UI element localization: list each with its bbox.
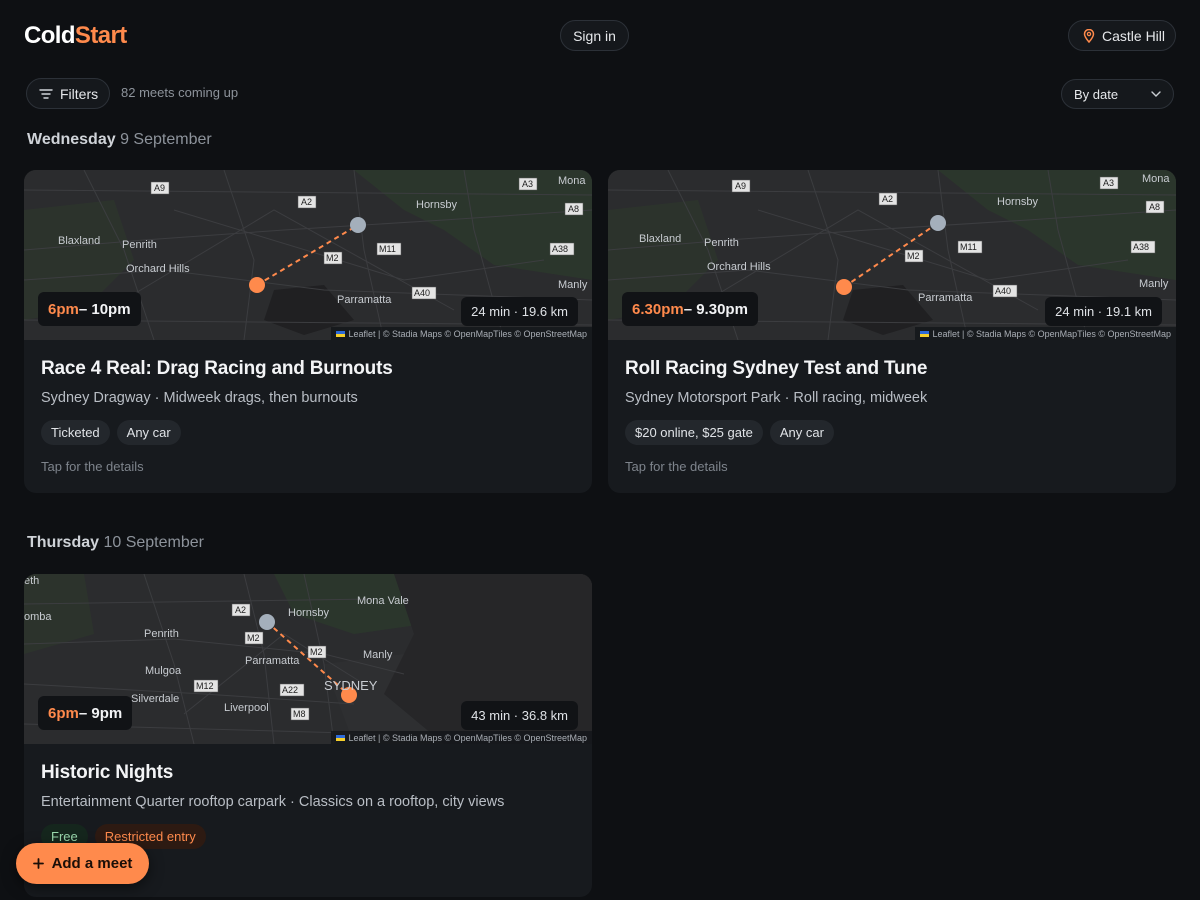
meet-title: Roll Racing Sydney Test and Tune: [625, 358, 928, 379]
svg-text:M2: M2: [907, 251, 920, 261]
svg-text:M2: M2: [247, 633, 260, 643]
day-heading: Wednesday 9 September: [27, 131, 212, 148]
svg-text:A2: A2: [235, 605, 246, 615]
filter-lines-icon: [39, 88, 53, 99]
svg-text:A2: A2: [882, 194, 893, 204]
meet-title: Historic Nights: [41, 762, 174, 783]
tag-list: Ticketed Any car: [41, 420, 181, 445]
tag: Any car: [116, 420, 181, 445]
svg-text:A8: A8: [1149, 202, 1160, 212]
filters-button[interactable]: Filters: [26, 78, 110, 109]
time-pill: 6pm – 9pm: [38, 696, 133, 730]
svg-text:A3: A3: [522, 179, 533, 189]
svg-text:M8: M8: [293, 709, 306, 719]
svg-text:A9: A9: [154, 183, 165, 193]
svg-text:Mona Vale: Mona Vale: [357, 595, 409, 607]
svg-text:A8: A8: [568, 204, 579, 214]
svg-text:M2: M2: [326, 253, 339, 263]
svg-text:A38: A38: [552, 244, 568, 254]
svg-text:Penrith: Penrith: [144, 628, 179, 640]
add-meet-button[interactable]: Add a meet: [16, 843, 149, 884]
svg-text:A9: A9: [735, 181, 746, 191]
map-attribution: Leaflet | © Stadia Maps © OpenMapTiles ©…: [331, 731, 592, 744]
svg-text:Orchard Hills: Orchard Hills: [126, 263, 190, 275]
meet-title: Race 4 Real: Drag Racing and Burnouts: [41, 358, 393, 379]
svg-text:Mona: Mona: [1142, 173, 1170, 185]
app-header: ColdStart Sign in Castle Hill: [0, 0, 1200, 72]
logo[interactable]: ColdStart: [24, 22, 127, 50]
plus-icon: [32, 858, 44, 869]
svg-text:Hornsby: Hornsby: [288, 607, 329, 619]
location-button[interactable]: Castle Hill: [1068, 20, 1176, 51]
svg-text:SYDNEY: SYDNEY: [324, 678, 378, 693]
time-pill: 6pm – 10pm: [38, 292, 141, 326]
svg-text:Penrith: Penrith: [704, 237, 739, 249]
svg-text:Orchard Hills: Orchard Hills: [707, 261, 771, 273]
route-map: Mona Vale Hornsby Penrith Mulgoa Silverd…: [24, 574, 592, 744]
svg-text:Mona: Mona: [558, 175, 586, 187]
svg-text:M12: M12: [196, 681, 214, 691]
svg-text:eth: eth: [24, 575, 39, 587]
route-map: Mona Hornsby Blaxland Penrith Orchard Hi…: [24, 170, 592, 340]
tag-list: $20 online, $25 gate Any car: [625, 420, 834, 445]
svg-text:M2: M2: [310, 647, 323, 657]
time-pill: 6.30pm – 9.30pm: [622, 292, 758, 326]
ukraine-flag-icon: [336, 734, 346, 741]
svg-text:Blaxland: Blaxland: [639, 233, 681, 245]
svg-text:Manly: Manly: [1139, 278, 1169, 290]
svg-text:Parramatta: Parramatta: [245, 655, 300, 667]
details-hint: Tap for the details: [625, 459, 728, 474]
svg-text:Manly: Manly: [363, 649, 393, 661]
meet-subtitle: Entertainment Quarter rooftop carpark · …: [41, 794, 505, 810]
sign-in-button[interactable]: Sign in: [560, 20, 629, 51]
map-pin-icon: [1083, 28, 1095, 43]
tag: Ticketed: [41, 420, 110, 445]
meet-count: 82 meets coming up: [121, 85, 239, 100]
distance-pill: 24 min · 19.6 km: [461, 297, 578, 326]
svg-text:Hornsby: Hornsby: [416, 199, 457, 211]
svg-text:A40: A40: [995, 286, 1011, 296]
map-attribution: Leaflet | © Stadia Maps © OpenMapTiles ©…: [915, 327, 1176, 340]
svg-text:Mulgoa: Mulgoa: [145, 665, 182, 677]
map-attribution: Leaflet | © Stadia Maps © OpenMapTiles ©…: [331, 327, 592, 340]
svg-text:Hornsby: Hornsby: [997, 196, 1038, 208]
tag: $20 online, $25 gate: [625, 420, 763, 445]
svg-text:A40: A40: [414, 288, 430, 298]
day-heading: Thursday 10 September: [27, 534, 204, 551]
ukraine-flag-icon: [920, 330, 930, 337]
svg-text:Silverdale: Silverdale: [131, 693, 179, 705]
meet-subtitle: Sydney Dragway · Midweek drags, then bur…: [41, 390, 358, 406]
svg-text:Parramatta: Parramatta: [918, 292, 973, 304]
chevron-down-icon: [1151, 91, 1161, 97]
route-map: Mona Hornsby Blaxland Penrith Orchard Hi…: [608, 170, 1176, 340]
ukraine-flag-icon: [336, 330, 346, 337]
details-hint: Tap for the details: [41, 459, 144, 474]
svg-text:Penrith: Penrith: [122, 239, 157, 251]
svg-text:A2: A2: [301, 197, 312, 207]
svg-text:Liverpool: Liverpool: [224, 702, 269, 714]
svg-text:Manly: Manly: [558, 279, 588, 291]
svg-text:omba: omba: [24, 611, 52, 623]
meet-subtitle: Sydney Motorsport Park · Roll racing, mi…: [625, 390, 928, 406]
svg-text:A3: A3: [1103, 178, 1114, 188]
distance-pill: 24 min · 19.1 km: [1045, 297, 1162, 326]
tag: Any car: [769, 420, 834, 445]
meet-card[interactable]: Mona Hornsby Blaxland Penrith Orchard Hi…: [24, 170, 592, 493]
svg-text:M11: M11: [379, 244, 396, 254]
distance-pill: 43 min · 36.8 km: [461, 701, 578, 730]
svg-text:A22: A22: [282, 685, 298, 695]
svg-text:Parramatta: Parramatta: [337, 294, 392, 306]
sort-select[interactable]: By date: [1061, 79, 1174, 109]
svg-text:Blaxland: Blaxland: [58, 235, 100, 247]
meet-card[interactable]: Mona Hornsby Blaxland Penrith Orchard Hi…: [608, 170, 1176, 493]
svg-text:M11: M11: [960, 242, 977, 252]
svg-text:A38: A38: [1133, 242, 1149, 252]
